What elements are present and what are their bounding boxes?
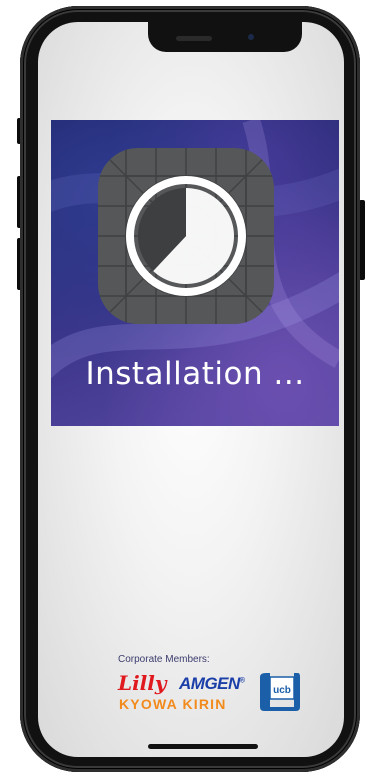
corporate-members-label: Corporate Members: — [118, 654, 210, 665]
progress-pie-icon — [126, 176, 246, 296]
home-indicator[interactable] — [148, 744, 258, 749]
amgen-logo: AMGEN® — [179, 674, 245, 693]
ucb-logo: ucb — [260, 673, 300, 711]
device-stage: Installation ... Corporate Members: Lill… — [0, 0, 382, 778]
installation-status-text: Installation ... — [85, 356, 305, 392]
app-installing-icon — [98, 148, 274, 324]
kyowa-kirin-logo: KYOWA KIRIN — [119, 696, 227, 712]
lilly-logo: Lilly — [118, 671, 167, 695]
svg-text:ucb: ucb — [273, 685, 291, 696]
earpiece-speaker — [176, 36, 212, 41]
front-camera — [248, 34, 254, 40]
notch — [148, 22, 302, 52]
